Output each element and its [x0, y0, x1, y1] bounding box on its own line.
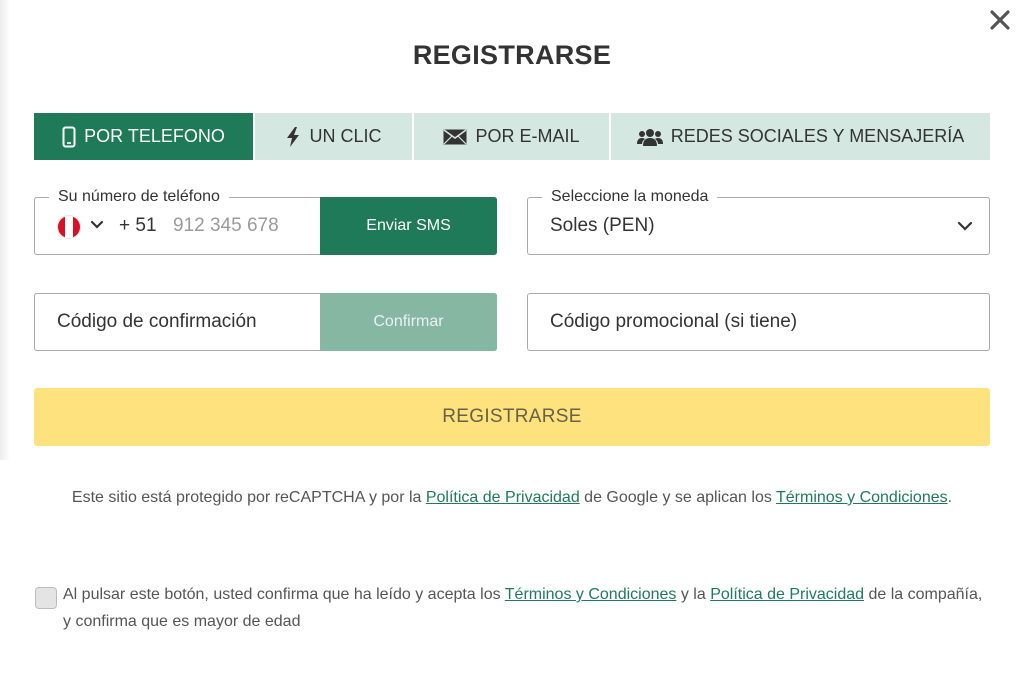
tab-label: POR TELEFONO: [84, 126, 225, 146]
consent-text: Al pulsar este botón, usted confirma que…: [63, 581, 993, 635]
chevron-down-icon: [957, 221, 973, 231]
users-icon: [636, 128, 663, 146]
lightning-icon: [287, 126, 300, 147]
tab-social[interactable]: REDES SOCIALES Y MENSAJERÍA: [611, 113, 990, 160]
tab-phone[interactable]: POR TELEFONO: [34, 113, 255, 160]
phone-icon: [62, 126, 76, 147]
currency-legend: Seleccione la moneda: [542, 187, 718, 207]
consent-text-part: y la: [676, 586, 711, 603]
terms-link[interactable]: Términos y Condiciones: [505, 586, 677, 603]
tab-label: UN CLIC: [309, 126, 382, 146]
tab-email[interactable]: POR E-MAIL: [414, 113, 611, 160]
tab-label: POR E-MAIL: [475, 126, 580, 146]
registration-tabs: POR TELEFONO UN CLIC POR E-MAIL REDES SO…: [34, 113, 990, 160]
tab-label: REDES SOCIALES Y MENSAJERÍA: [670, 126, 965, 146]
peru-flag-icon[interactable]: [57, 215, 81, 239]
privacy-link[interactable]: Política de Privacidad: [710, 586, 864, 603]
promo-code-input[interactable]: [550, 306, 970, 338]
recaptcha-text: .: [947, 489, 953, 506]
phone-input[interactable]: [173, 210, 318, 242]
recaptcha-text: Este sitio está protegido por reCAPTCHA …: [71, 489, 426, 506]
consent-checkbox[interactable]: [35, 587, 57, 609]
modal-title: REGISTRARSE: [412, 40, 612, 70]
consent-text-part: Al pulsar este botón, usted confirma que…: [63, 586, 505, 603]
confirmation-code-field: Confirmar: [34, 293, 497, 351]
google-privacy-link[interactable]: Política de Privacidad: [426, 489, 580, 506]
currency-select[interactable]: Seleccione la moneda Soles (PEN): [527, 187, 990, 255]
close-icon: [990, 10, 1010, 30]
phone-legend: Su número de teléfono: [49, 187, 229, 207]
phone-field: Su número de teléfono + 51 Enviar SMS: [34, 187, 497, 255]
chevron-down-icon[interactable]: [90, 220, 104, 230]
close-button[interactable]: [986, 6, 1014, 34]
tab-one-click[interactable]: UN CLIC: [255, 113, 414, 160]
register-button[interactable]: REGISTRARSE: [34, 388, 990, 446]
recaptcha-notice: Este sitio está protegido por reCAPTCHA …: [70, 484, 954, 511]
currency-value: Soles (PEN): [550, 215, 655, 236]
send-sms-button[interactable]: Enviar SMS: [320, 197, 497, 255]
country-prefix: + 51: [119, 215, 157, 236]
envelope-icon: [443, 128, 467, 144]
google-terms-link[interactable]: Términos y Condiciones: [776, 489, 948, 506]
promo-code-field: [527, 293, 990, 351]
confirmation-code-input[interactable]: [57, 306, 317, 338]
confirm-button[interactable]: Confirmar: [320, 293, 497, 351]
recaptcha-text: de Google y se aplican los: [579, 489, 776, 506]
